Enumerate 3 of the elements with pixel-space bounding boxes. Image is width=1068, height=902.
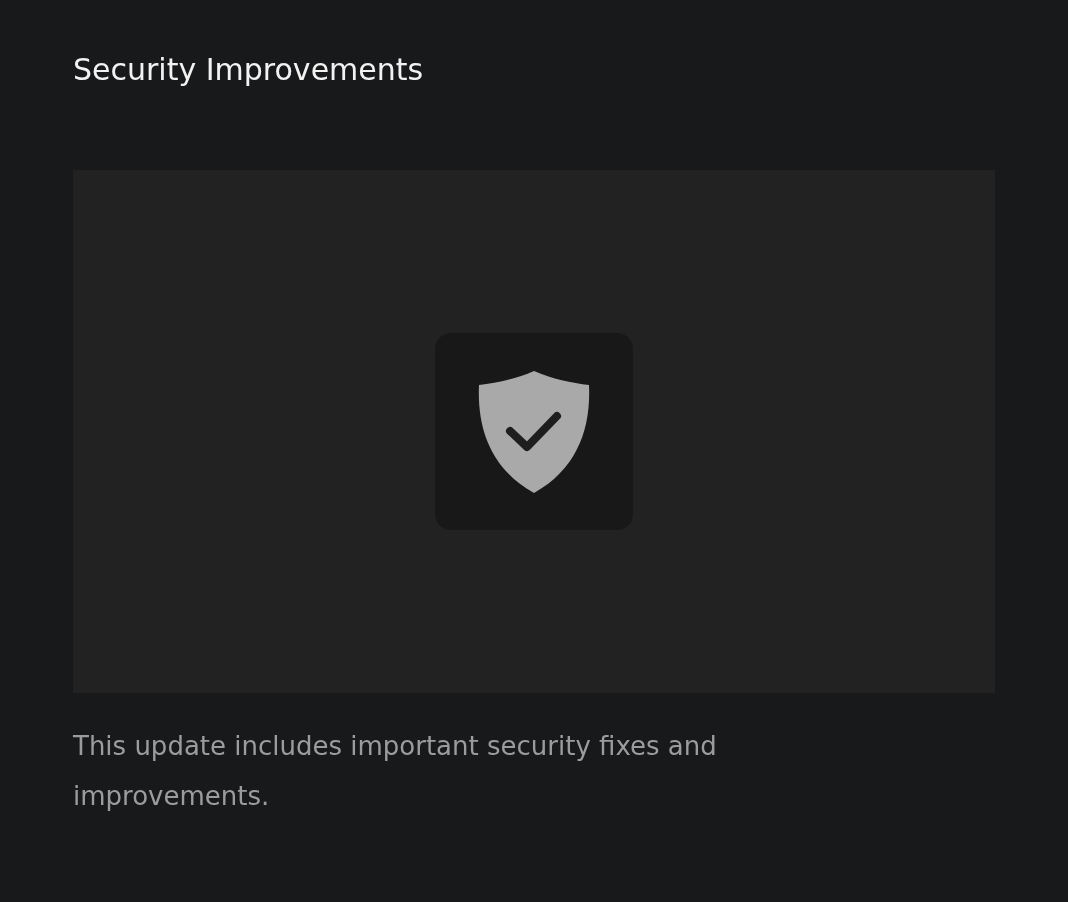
section-title: Security Improvements bbox=[73, 51, 425, 89]
description-text: This update includes important security fixes and improvements. bbox=[73, 730, 718, 813]
shield-check-icon bbox=[477, 368, 591, 495]
